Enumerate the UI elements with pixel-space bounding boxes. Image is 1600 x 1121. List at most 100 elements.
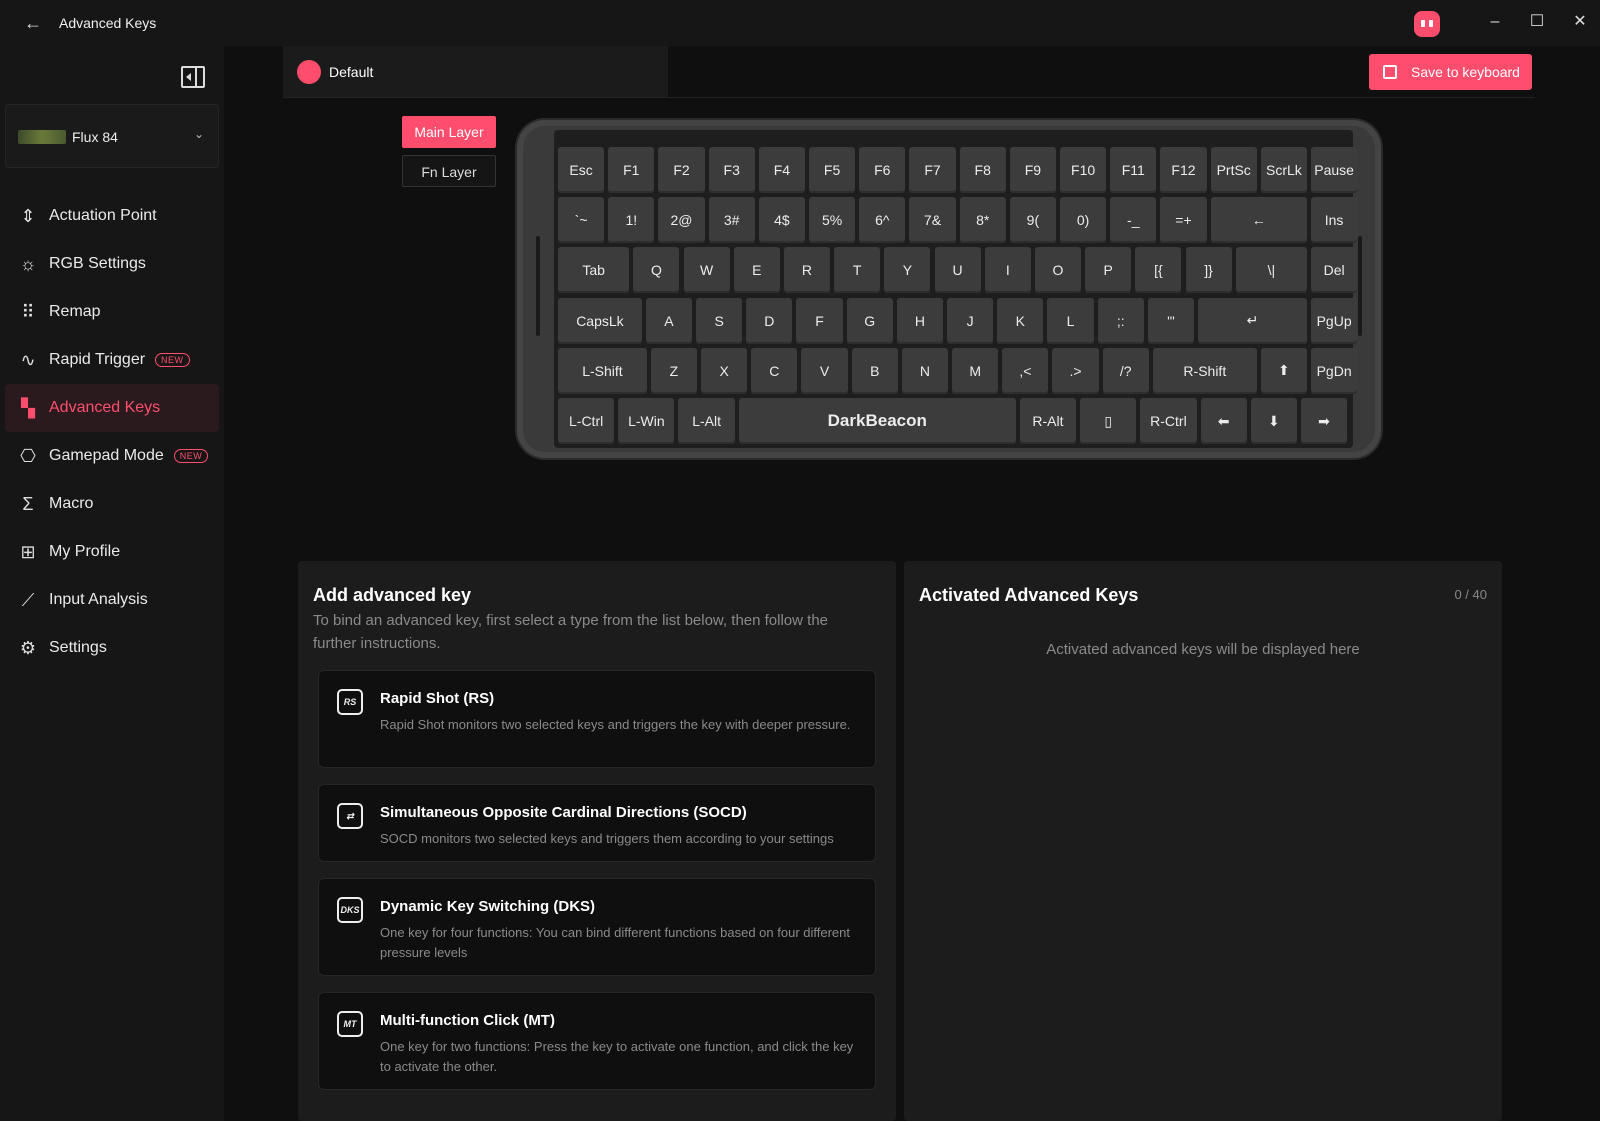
key[interactable]: `~ <box>558 197 605 244</box>
key[interactable]: H <box>896 297 944 344</box>
key[interactable]: F9 <box>1009 147 1056 193</box>
key[interactable]: Z <box>650 347 698 394</box>
key[interactable]: ⬅ <box>1200 398 1247 444</box>
key[interactable]: =+ <box>1160 197 1207 244</box>
sidebar-item-rgb-settings[interactable]: ☼ RGB Settings <box>5 240 219 288</box>
key[interactable]: Del <box>1311 247 1358 294</box>
key[interactable]: E <box>733 247 780 294</box>
key[interactable]: S <box>696 297 743 344</box>
mascot-icon[interactable] <box>1414 11 1440 37</box>
key[interactable]: F1 <box>608 147 655 193</box>
sidebar-item-gamepad-mode[interactable]: ⎔ Gamepad Mode NEW <box>5 432 219 480</box>
key[interactable]: ➡ <box>1300 398 1348 444</box>
key[interactable]: 5% <box>809 197 856 244</box>
key[interactable]: ← <box>1210 197 1307 244</box>
minimize-icon[interactable]: – <box>1480 8 1510 36</box>
key[interactable]: 0) <box>1060 197 1107 244</box>
key[interactable]: L-Win <box>618 398 675 444</box>
key[interactable]: ScrLk <box>1260 147 1307 193</box>
key[interactable]: .> <box>1052 347 1099 394</box>
key[interactable]: Esc <box>558 147 605 193</box>
key[interactable]: Q <box>633 247 680 294</box>
key[interactable]: Ins <box>1311 197 1358 244</box>
advanced-key-type-card[interactable]: DKS Dynamic Key Switching (DKS) One key fo… <box>318 878 876 976</box>
key[interactable]: ⬆ <box>1260 347 1307 394</box>
key[interactable]: R-Alt <box>1019 398 1077 444</box>
sidebar-item-input-analysis[interactable]: ⟋ Input Analysis <box>5 576 219 624</box>
key[interactable]: I <box>984 247 1031 294</box>
key[interactable]: [{ <box>1135 247 1182 294</box>
key[interactable]: F7 <box>909 147 956 193</box>
key[interactable]: L <box>1047 297 1094 344</box>
profile-tab[interactable]: Default <box>283 46 668 98</box>
key[interactable]: DarkBeacon <box>738 398 1016 444</box>
key[interactable]: ▯ <box>1080 398 1137 444</box>
key[interactable]: R-Ctrl <box>1140 398 1197 444</box>
key[interactable]: PgUp <box>1311 297 1358 344</box>
key[interactable]: L-Alt <box>678 398 735 444</box>
advanced-key-type-card[interactable]: ⇄ Simultaneous Opposite Cardinal Directio… <box>318 784 876 862</box>
key[interactable]: 8* <box>959 197 1006 244</box>
key[interactable]: R <box>783 247 831 294</box>
key[interactable]: U <box>934 247 981 294</box>
sidebar-item-macro[interactable]: Σ Macro <box>5 480 219 528</box>
sidebar-item-my-profile[interactable]: ⊞ My Profile <box>5 528 219 576</box>
key[interactable]: F5 <box>809 147 856 193</box>
key[interactable]: 7& <box>909 197 956 244</box>
key[interactable]: 1! <box>608 197 655 244</box>
key[interactable]: F4 <box>758 147 805 193</box>
key[interactable]: Pause <box>1311 147 1358 193</box>
sidebar-item-rapid-trigger[interactable]: ∿ Rapid Trigger NEW <box>5 336 219 384</box>
sidebar-item-settings[interactable]: ⚙ Settings <box>5 624 219 672</box>
key[interactable]: 4$ <box>758 197 805 244</box>
key[interactable]: 6^ <box>859 197 906 244</box>
key[interactable]: M <box>952 347 999 394</box>
save-to-keyboard-button[interactable]: Save to keyboard <box>1369 54 1532 90</box>
key[interactable]: ↵ <box>1198 297 1307 344</box>
key[interactable]: P <box>1085 247 1132 294</box>
key[interactable]: 9( <box>1009 197 1056 244</box>
key[interactable]: Tab <box>558 247 630 294</box>
key[interactable]: 2@ <box>658 197 705 244</box>
key[interactable]: F3 <box>708 147 755 193</box>
key[interactable]: A <box>645 297 693 344</box>
key[interactable]: PrtSc <box>1210 147 1257 193</box>
key[interactable]: G <box>846 297 893 344</box>
sidebar-item-advanced-keys[interactable]: ▚ Advanced Keys <box>5 384 219 432</box>
key[interactable]: W <box>683 247 730 294</box>
sidebar-item-actuation-point[interactable]: ⇕ Actuation Point <box>5 192 219 240</box>
key[interactable]: /? <box>1102 347 1149 394</box>
maximize-icon[interactable]: ☐ <box>1522 8 1552 36</box>
advanced-key-type-card[interactable]: MT Multi-function Click (MT) One key for t… <box>318 992 876 1090</box>
fn-layer-button[interactable]: Fn Layer <box>402 155 496 187</box>
sidebar-item-remap[interactable]: ⠿ Remap <box>5 288 219 336</box>
key[interactable]: N <box>901 347 949 394</box>
key[interactable]: PgDn <box>1311 347 1358 394</box>
key[interactable]: D <box>746 297 793 344</box>
arrow-left-icon[interactable]: ← <box>22 12 44 34</box>
advanced-key-type-card[interactable]: RS Rapid Shot (RS) Rapid Shot monitors two… <box>318 670 876 768</box>
key[interactable]: K <box>997 297 1044 344</box>
key[interactable]: ,< <box>1002 347 1049 394</box>
key[interactable]: B <box>851 347 898 394</box>
key[interactable]: X <box>701 347 748 394</box>
key[interactable]: Y <box>884 247 931 294</box>
key[interactable]: F8 <box>959 147 1006 193</box>
key[interactable]: ⬇ <box>1250 398 1297 444</box>
key[interactable]: L-Shift <box>558 347 647 394</box>
collapse-sidebar-icon[interactable] <box>181 66 205 88</box>
key[interactable]: 3# <box>708 197 755 244</box>
close-icon[interactable]: ✕ <box>1565 8 1595 36</box>
key[interactable]: V <box>801 347 848 394</box>
key[interactable]: '" <box>1147 297 1195 344</box>
key[interactable]: J <box>947 297 994 344</box>
key[interactable]: T <box>834 247 881 294</box>
key[interactable]: O <box>1034 247 1082 294</box>
key[interactable]: -_ <box>1110 197 1157 244</box>
key[interactable]: CapsLk <box>558 297 642 344</box>
main-layer-button[interactable]: Main Layer <box>402 116 496 148</box>
key[interactable]: C <box>751 347 798 394</box>
key[interactable]: L-Ctrl <box>558 398 615 444</box>
key[interactable]: F2 <box>658 147 705 193</box>
key[interactable]: F10 <box>1060 147 1107 193</box>
